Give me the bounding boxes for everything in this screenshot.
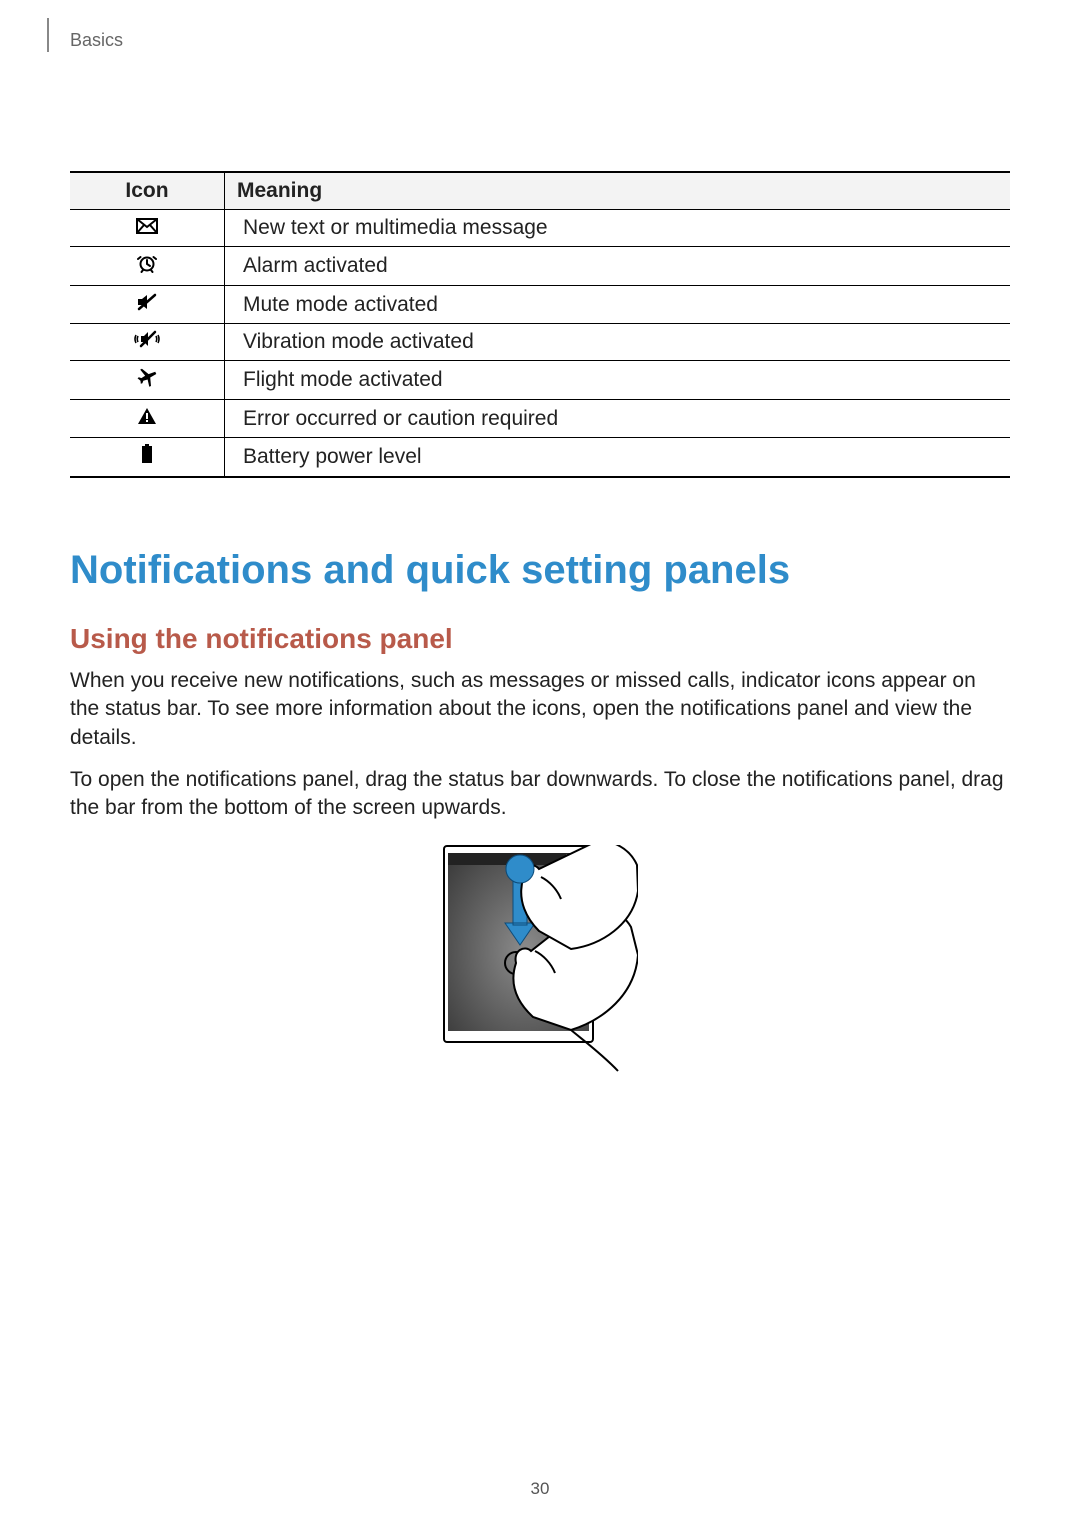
subsection-title: Using the notifications panel	[70, 623, 1010, 655]
body-paragraph: To open the notifications panel, drag th…	[70, 766, 1010, 823]
table-cell-meaning: Flight mode activated	[225, 361, 1011, 400]
page-number: 30	[0, 1479, 1080, 1499]
table-header-meaning: Meaning	[225, 172, 1011, 210]
table-row: Error occurred or caution required	[70, 400, 1010, 437]
table-cell-meaning: Vibration mode activated	[225, 323, 1011, 360]
body-paragraph: When you receive new notifications, such…	[70, 667, 1010, 752]
table-row: Flight mode activated	[70, 361, 1010, 400]
table-cell-meaning: Alarm activated	[225, 247, 1011, 286]
warning-icon	[137, 407, 157, 431]
icon-meaning-table: Icon Meaning New text or multimedia mess…	[70, 171, 1010, 478]
table-row: New text or multimedia message	[70, 210, 1010, 247]
message-icon	[136, 216, 158, 240]
table-cell-meaning: New text or multimedia message	[225, 210, 1011, 247]
section-title: Notifications and quick setting panels	[70, 548, 1010, 593]
table-row: Alarm activated	[70, 247, 1010, 286]
table-cell-meaning: Error occurred or caution required	[225, 400, 1011, 437]
alarm-icon	[137, 253, 157, 279]
table-row: Vibration mode activated	[70, 323, 1010, 360]
table-row: Mute mode activated	[70, 286, 1010, 323]
table-header-icon: Icon	[70, 172, 225, 210]
gesture-figure: 10:00	[443, 845, 638, 1080]
vibration-icon	[133, 330, 161, 354]
table-cell-meaning: Mute mode activated	[225, 286, 1011, 323]
breadcrumb: Basics	[70, 30, 123, 50]
table-cell-meaning: Battery power level	[225, 437, 1011, 477]
flight-icon	[137, 367, 157, 393]
table-row: Battery power level	[70, 437, 1010, 477]
mute-icon	[136, 293, 158, 317]
battery-icon	[141, 444, 153, 470]
